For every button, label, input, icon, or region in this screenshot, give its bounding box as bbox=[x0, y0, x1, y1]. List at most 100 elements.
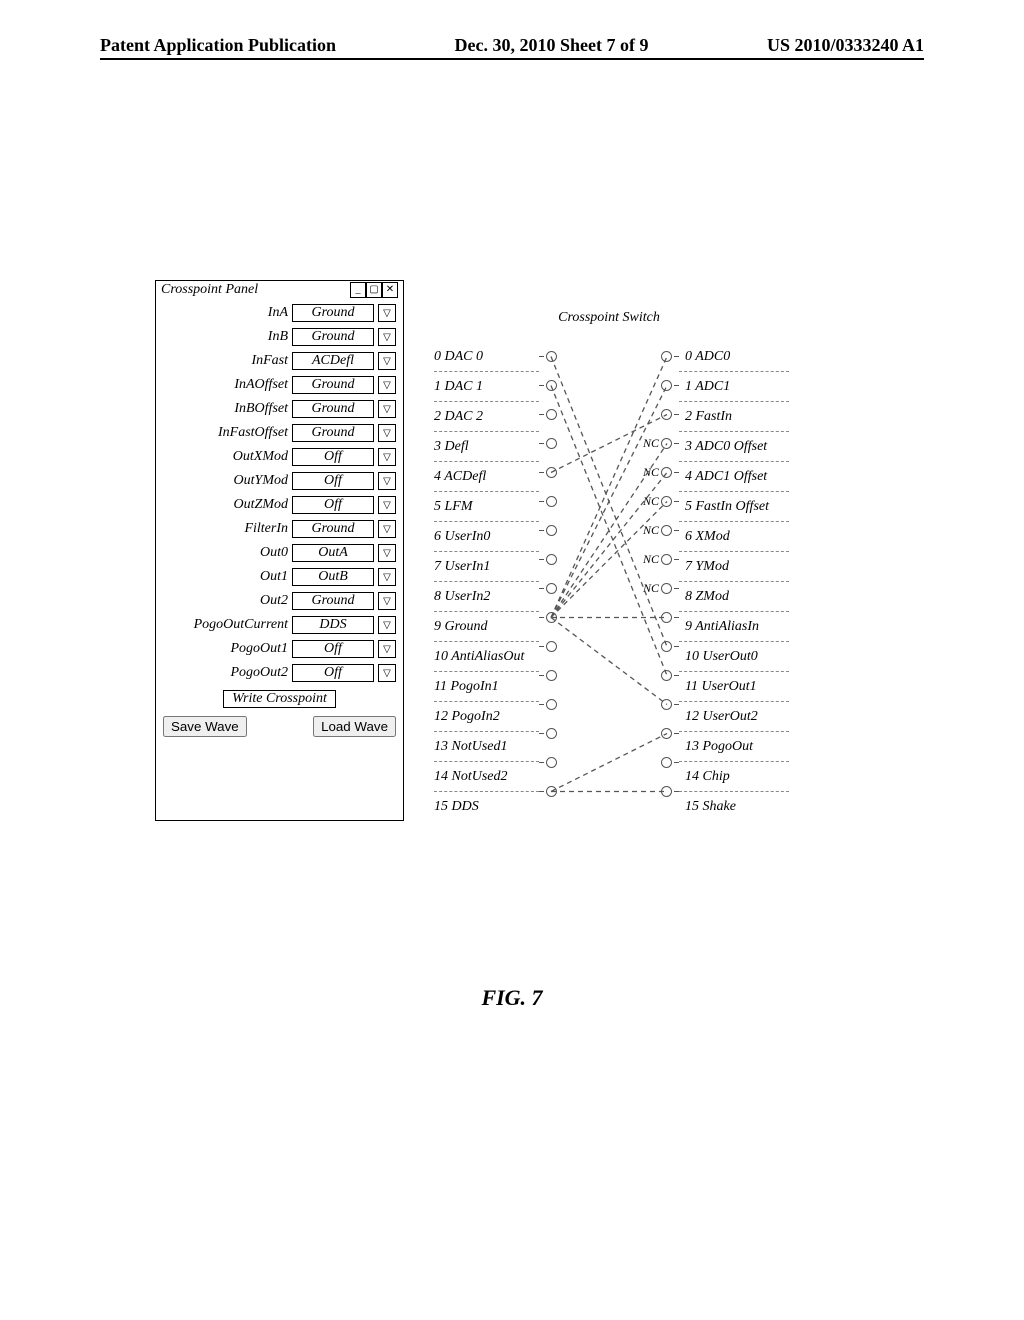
diagram-right-cell: 9 AntiAliasIn bbox=[679, 612, 789, 642]
panel-row: InBOffsetGround▽ bbox=[163, 400, 396, 418]
panel-dropdown[interactable]: Off▽ bbox=[292, 448, 396, 466]
diagram-right-cell: 13 PogoOut bbox=[679, 732, 789, 762]
right-port-icon bbox=[661, 409, 679, 420]
panel-dropdown[interactable]: Ground▽ bbox=[292, 400, 396, 418]
diagram-left-cell: 5 LFM bbox=[434, 492, 539, 522]
panel-dropdown[interactable]: DDS▽ bbox=[292, 616, 396, 634]
dropdown-value: Ground bbox=[292, 376, 374, 394]
chevron-down-icon[interactable]: ▽ bbox=[378, 568, 396, 586]
diagram-right-cell: 14 Chip bbox=[679, 762, 789, 792]
panel-row: Out0OutA▽ bbox=[163, 544, 396, 562]
write-crosspoint-button[interactable]: Write Crosspoint bbox=[223, 690, 336, 708]
left-port-icon bbox=[539, 467, 557, 478]
port-row bbox=[539, 719, 679, 748]
diagram-left-cell: 11 PogoIn1 bbox=[434, 672, 539, 702]
panel-row: OutXModOff▽ bbox=[163, 448, 396, 466]
panel-dropdown[interactable]: Off▽ bbox=[292, 496, 396, 514]
nc-label: NC bbox=[643, 465, 659, 480]
chevron-down-icon[interactable]: ▽ bbox=[378, 616, 396, 634]
panel-dropdown[interactable]: Ground▽ bbox=[292, 592, 396, 610]
right-port-icon: NC bbox=[643, 581, 679, 596]
panel-dropdown[interactable]: Ground▽ bbox=[292, 424, 396, 442]
port-row bbox=[539, 690, 679, 719]
chevron-down-icon[interactable]: ▽ bbox=[378, 424, 396, 442]
chevron-down-icon[interactable]: ▽ bbox=[378, 592, 396, 610]
chevron-down-icon[interactable]: ▽ bbox=[378, 448, 396, 466]
dropdown-value: Off bbox=[292, 448, 374, 466]
figure-caption: FIG. 7 bbox=[0, 985, 1024, 1011]
dropdown-value: Ground bbox=[292, 424, 374, 442]
nc-label: NC bbox=[643, 436, 659, 451]
save-wave-button[interactable]: Save Wave bbox=[163, 716, 247, 737]
panel-dropdown[interactable]: Ground▽ bbox=[292, 376, 396, 394]
nc-label: NC bbox=[643, 552, 659, 567]
left-port-icon bbox=[539, 438, 557, 449]
panel-row: InBGround▽ bbox=[163, 328, 396, 346]
panel-title-text: Crosspoint Panel bbox=[161, 282, 258, 298]
panel-row-label: Out2 bbox=[163, 593, 292, 609]
chevron-down-icon[interactable]: ▽ bbox=[378, 664, 396, 682]
dropdown-value: Off bbox=[292, 640, 374, 658]
panel-dropdown[interactable]: Ground▽ bbox=[292, 304, 396, 322]
dropdown-value: Off bbox=[292, 664, 374, 682]
load-wave-button[interactable]: Load Wave bbox=[313, 716, 396, 737]
chevron-down-icon[interactable]: ▽ bbox=[378, 400, 396, 418]
panel-dropdown[interactable]: Ground▽ bbox=[292, 520, 396, 538]
chevron-down-icon[interactable]: ▽ bbox=[378, 376, 396, 394]
minimize-icon[interactable]: _ bbox=[350, 282, 366, 298]
panel-dropdown[interactable]: Ground▽ bbox=[292, 328, 396, 346]
dropdown-value: Ground bbox=[292, 592, 374, 610]
panel-dropdown[interactable]: ACDefl▽ bbox=[292, 352, 396, 370]
header-right: US 2010/0333240 A1 bbox=[767, 35, 924, 56]
chevron-down-icon[interactable]: ▽ bbox=[378, 640, 396, 658]
diagram-right-cell: 8 ZMod bbox=[679, 582, 789, 612]
chevron-down-icon[interactable]: ▽ bbox=[378, 352, 396, 370]
port-row bbox=[539, 603, 679, 632]
chevron-down-icon[interactable]: ▽ bbox=[378, 472, 396, 490]
panel-row: OutZModOff▽ bbox=[163, 496, 396, 514]
header-center: Dec. 30, 2010 Sheet 7 of 9 bbox=[455, 35, 649, 56]
content-area: Crosspoint Panel _ ▢ ✕ InAGround▽InBGrou… bbox=[155, 280, 789, 821]
port-row: NC bbox=[539, 545, 679, 574]
page-header: Patent Application Publication Dec. 30, … bbox=[100, 35, 924, 60]
panel-row-label: InBOffset bbox=[163, 401, 292, 417]
switch-title: Crosspoint Switch bbox=[539, 310, 679, 325]
panel-row-label: InFastOffset bbox=[163, 425, 292, 441]
close-icon[interactable]: ✕ bbox=[382, 282, 398, 298]
dropdown-value: Ground bbox=[292, 304, 374, 322]
panel-dropdown[interactable]: Off▽ bbox=[292, 640, 396, 658]
port-row bbox=[539, 371, 679, 400]
nc-label: NC bbox=[643, 581, 659, 596]
crosspoint-panel: Crosspoint Panel _ ▢ ✕ InAGround▽InBGrou… bbox=[155, 280, 404, 821]
panel-row-label: InB bbox=[163, 329, 292, 345]
left-port-icon bbox=[539, 525, 557, 536]
chevron-down-icon[interactable]: ▽ bbox=[378, 304, 396, 322]
panel-dropdown[interactable]: Off▽ bbox=[292, 472, 396, 490]
chevron-down-icon[interactable]: ▽ bbox=[378, 544, 396, 562]
chevron-down-icon[interactable]: ▽ bbox=[378, 328, 396, 346]
panel-row-label: InAOffset bbox=[163, 377, 292, 393]
chevron-down-icon[interactable]: ▽ bbox=[378, 520, 396, 538]
port-row: NC bbox=[539, 574, 679, 603]
diagram-left-cell: 13 NotUsed1 bbox=[434, 732, 539, 762]
diagram-right-cell: 2 FastIn bbox=[679, 402, 789, 432]
left-port-icon bbox=[539, 351, 557, 362]
diagram-left-cell: 0 DAC 0 bbox=[434, 342, 539, 372]
maximize-icon[interactable]: ▢ bbox=[366, 282, 382, 298]
panel-dropdown[interactable]: OutA▽ bbox=[292, 544, 396, 562]
right-port-icon bbox=[661, 699, 679, 710]
panel-row: Out1OutB▽ bbox=[163, 568, 396, 586]
left-port-icon bbox=[539, 612, 557, 623]
panel-row: InAGround▽ bbox=[163, 304, 396, 322]
panel-row-label: FilterIn bbox=[163, 521, 292, 537]
diagram-left-cell: 6 UserIn0 bbox=[434, 522, 539, 552]
left-port-icon bbox=[539, 699, 557, 710]
panel-dropdown[interactable]: Off▽ bbox=[292, 664, 396, 682]
right-port-icon bbox=[661, 786, 679, 797]
port-row bbox=[539, 632, 679, 661]
crosspoint-diagram: 0 DAC 01 DAC 12 DAC 23 Defl4 ACDefl5 LFM… bbox=[434, 280, 789, 821]
nc-label: NC bbox=[643, 523, 659, 538]
chevron-down-icon[interactable]: ▽ bbox=[378, 496, 396, 514]
panel-dropdown[interactable]: OutB▽ bbox=[292, 568, 396, 586]
panel-row-label: OutXMod bbox=[163, 449, 292, 465]
